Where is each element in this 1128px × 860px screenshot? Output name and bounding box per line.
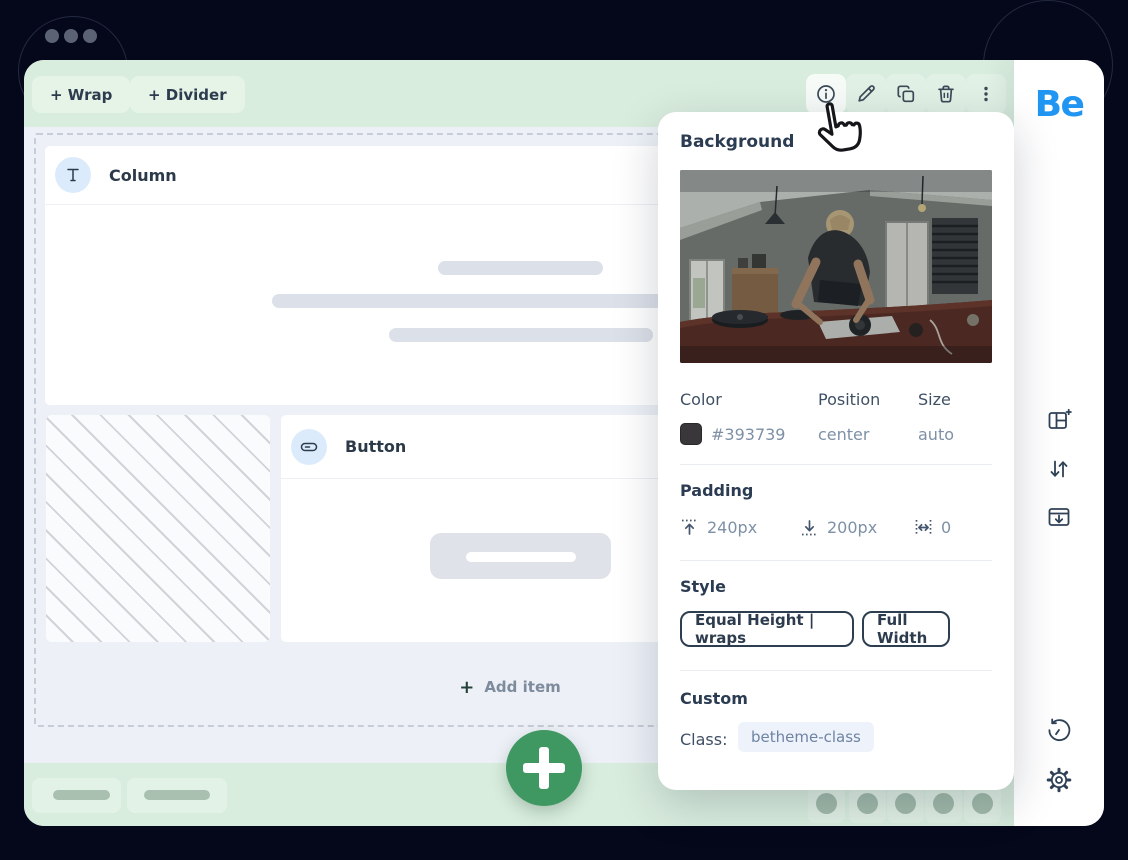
settings-button[interactable]: [1014, 766, 1104, 794]
footer-skeleton-pill: [144, 790, 210, 800]
reorder-button[interactable]: [1014, 456, 1104, 482]
hand-cursor: [806, 98, 868, 168]
padding-heading: Padding: [680, 481, 753, 500]
button-skeleton: [430, 533, 611, 579]
social-dot-icon: [895, 793, 916, 814]
add-section-button[interactable]: [1014, 407, 1104, 433]
footer-social-tile[interactable]: [925, 786, 962, 823]
footer-social-tile[interactable]: [887, 786, 924, 823]
full-width-toggle[interactable]: Full Width: [862, 611, 950, 647]
divider: [680, 560, 992, 561]
more-icon: [975, 83, 997, 105]
social-dot-icon: [857, 793, 878, 814]
text-skeleton-line: [389, 328, 653, 342]
position-label: Position: [818, 390, 880, 409]
size-label: Size: [918, 390, 951, 409]
more-button[interactable]: [966, 74, 1006, 114]
text-icon: [55, 157, 91, 193]
custom-heading: Custom: [680, 689, 748, 708]
window-dot[interactable]: [45, 29, 59, 43]
add-section-icon: [1046, 407, 1072, 433]
footer-skeleton-pill: [53, 790, 110, 800]
footer-skeleton-button[interactable]: [127, 778, 227, 813]
add-item-label: Add item: [484, 678, 560, 696]
position-value[interactable]: center: [818, 425, 869, 444]
class-value-chip[interactable]: betheme-class: [738, 722, 874, 752]
footer-social-tile[interactable]: [849, 786, 886, 823]
footer-social-tile[interactable]: [964, 786, 1001, 823]
button-skeleton-text: [466, 552, 576, 562]
social-dot-icon: [816, 793, 837, 814]
history-button[interactable]: [1014, 716, 1104, 744]
window-dot[interactable]: [83, 29, 97, 43]
padding-top-value: 240px: [707, 518, 757, 537]
reorder-icon: [1046, 456, 1072, 482]
plus-icon: [523, 763, 565, 773]
betheme-logo: Be: [1014, 84, 1104, 125]
popover-title: Background: [680, 132, 794, 152]
add-element-fab[interactable]: [506, 730, 582, 806]
color-value[interactable]: #393739: [711, 425, 785, 444]
class-label: Class:: [680, 730, 727, 749]
empty-column-placeholder[interactable]: [46, 415, 270, 642]
social-dot-icon: [972, 793, 993, 814]
text-skeleton-line: [438, 261, 603, 275]
divider: [680, 670, 992, 671]
column-label: Column: [109, 166, 177, 185]
delete-button[interactable]: [926, 74, 966, 114]
padding-top-field[interactable]: 240px: [680, 518, 757, 537]
style-heading: Style: [680, 577, 726, 596]
padding-horizontal-value: 0: [941, 518, 951, 537]
duplicate-button[interactable]: [886, 74, 926, 114]
background-settings-popover: Background: [658, 112, 1014, 790]
padding-bottom-icon: [800, 518, 819, 537]
add-divider-button[interactable]: + Divider: [130, 76, 245, 113]
trash-icon: [935, 83, 957, 105]
plus-icon: +: [459, 677, 474, 698]
padding-horizontal-field[interactable]: 0: [914, 518, 951, 537]
social-dot-icon: [933, 793, 954, 814]
button-label: Button: [345, 437, 406, 456]
footer-social-tile[interactable]: [808, 786, 845, 823]
color-label: Color: [680, 390, 722, 409]
color-swatch[interactable]: [680, 423, 702, 445]
padding-bottom-field[interactable]: 200px: [800, 518, 877, 537]
padding-horizontal-icon: [914, 518, 933, 537]
settings-icon: [1045, 766, 1073, 794]
history-icon: [1045, 716, 1073, 744]
footer-skeleton-button[interactable]: [32, 778, 121, 813]
import-layout-button[interactable]: [1014, 504, 1104, 530]
button-icon: [291, 429, 327, 465]
size-value[interactable]: auto: [918, 425, 954, 444]
add-wrap-button[interactable]: + Wrap: [32, 76, 130, 113]
divider: [680, 464, 992, 465]
background-image-preview[interactable]: [680, 170, 992, 363]
window-controls: [45, 29, 97, 43]
padding-bottom-value: 200px: [827, 518, 877, 537]
equal-height-toggle[interactable]: Equal Height | wraps: [680, 611, 854, 647]
padding-top-icon: [680, 518, 699, 537]
import-layout-icon: [1046, 504, 1072, 530]
builder-sidebar: Be: [1014, 60, 1104, 826]
duplicate-icon: [895, 83, 917, 105]
window-dot[interactable]: [64, 29, 78, 43]
